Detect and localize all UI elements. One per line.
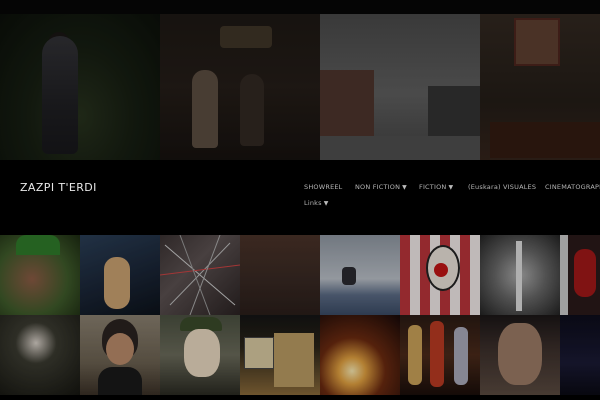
- tile-shade: [320, 235, 400, 315]
- hero-tile-street[interactable]: [320, 14, 480, 160]
- tile-shade: [0, 315, 80, 395]
- gallery-tile-14[interactable]: [400, 315, 480, 395]
- hero-tile-room[interactable]: [480, 14, 600, 160]
- nav-item-showreel[interactable]: SHOWREEL: [304, 183, 343, 191]
- tile-shade: [160, 14, 320, 160]
- tile-shade: [160, 315, 240, 395]
- tile-shade: [240, 315, 320, 395]
- nav-item-label: SHOWREEL: [304, 183, 343, 191]
- gallery-tile-3[interactable]: [160, 235, 240, 315]
- gallery-tile-11[interactable]: [160, 315, 240, 395]
- tile-shade: [80, 315, 160, 395]
- tile-shade: [0, 14, 160, 160]
- tile-shade: [80, 235, 160, 315]
- nav-item-visuales[interactable]: (Euskara) VISUALES: [468, 183, 536, 191]
- site-title[interactable]: ZAZPI T'ERDI: [20, 181, 97, 194]
- tile-shade: [480, 14, 600, 160]
- tile-shade: [400, 235, 480, 315]
- caret-down-icon: ▼: [323, 200, 329, 207]
- gallery-tile-8[interactable]: [560, 235, 600, 315]
- nav-item-label: (Euskara) VISUALES: [468, 183, 537, 191]
- tile-shade: [560, 315, 600, 395]
- gallery-grid: [0, 235, 600, 400]
- nav-item-label: FICTION: [419, 183, 447, 191]
- tile-shade: [320, 14, 480, 160]
- nav-item-label: CINEMATOGRAPHY: [545, 183, 600, 191]
- nav-item-links[interactable]: Links ▼: [304, 199, 329, 207]
- nav-item-cinematography[interactable]: CINEMATOGRAPHY: [545, 183, 600, 191]
- tile-shade: [160, 235, 240, 315]
- tile-shade: [320, 315, 400, 395]
- gallery-tile-15[interactable]: [480, 315, 560, 395]
- caret-down-icon: ▼: [402, 184, 407, 191]
- gallery-tile-2[interactable]: [80, 235, 160, 315]
- gallery-tile-9[interactable]: [0, 315, 80, 395]
- tile-shade: [0, 235, 80, 315]
- gallery-tile-7[interactable]: [480, 235, 560, 315]
- nav-item-label: NON FICTION: [355, 183, 401, 191]
- hero-strip: [0, 14, 600, 160]
- gallery-tile-1[interactable]: [0, 235, 80, 315]
- nav-item-label: Links: [304, 199, 322, 207]
- top-band: [0, 0, 600, 14]
- hero-tile-interior[interactable]: [160, 14, 320, 160]
- caret-down-icon: ▼: [448, 184, 454, 191]
- gallery-tile-16[interactable]: [560, 315, 600, 395]
- tile-shade: [480, 315, 560, 395]
- tile-shade: [400, 315, 480, 395]
- gallery-tile-5[interactable]: [320, 235, 400, 315]
- tile-shade: [240, 235, 320, 315]
- gallery-tile-4[interactable]: [240, 235, 320, 315]
- nav-item-non-fiction[interactable]: NON FICTION ▼: [355, 183, 407, 191]
- main-nav: SHOWREEL NON FICTION ▼ FICTION ▼ (Euskara)…: [304, 183, 600, 213]
- nav-item-fiction[interactable]: FICTION ▼: [419, 183, 453, 191]
- tile-shade: [480, 235, 560, 315]
- gallery-tile-6[interactable]: [400, 235, 480, 315]
- gallery-tile-13[interactable]: [320, 315, 400, 395]
- gallery-tile-10[interactable]: [80, 315, 160, 395]
- hero-tile-forest[interactable]: [0, 14, 160, 160]
- tile-shade: [560, 235, 600, 315]
- gallery-tile-12[interactable]: [240, 315, 320, 395]
